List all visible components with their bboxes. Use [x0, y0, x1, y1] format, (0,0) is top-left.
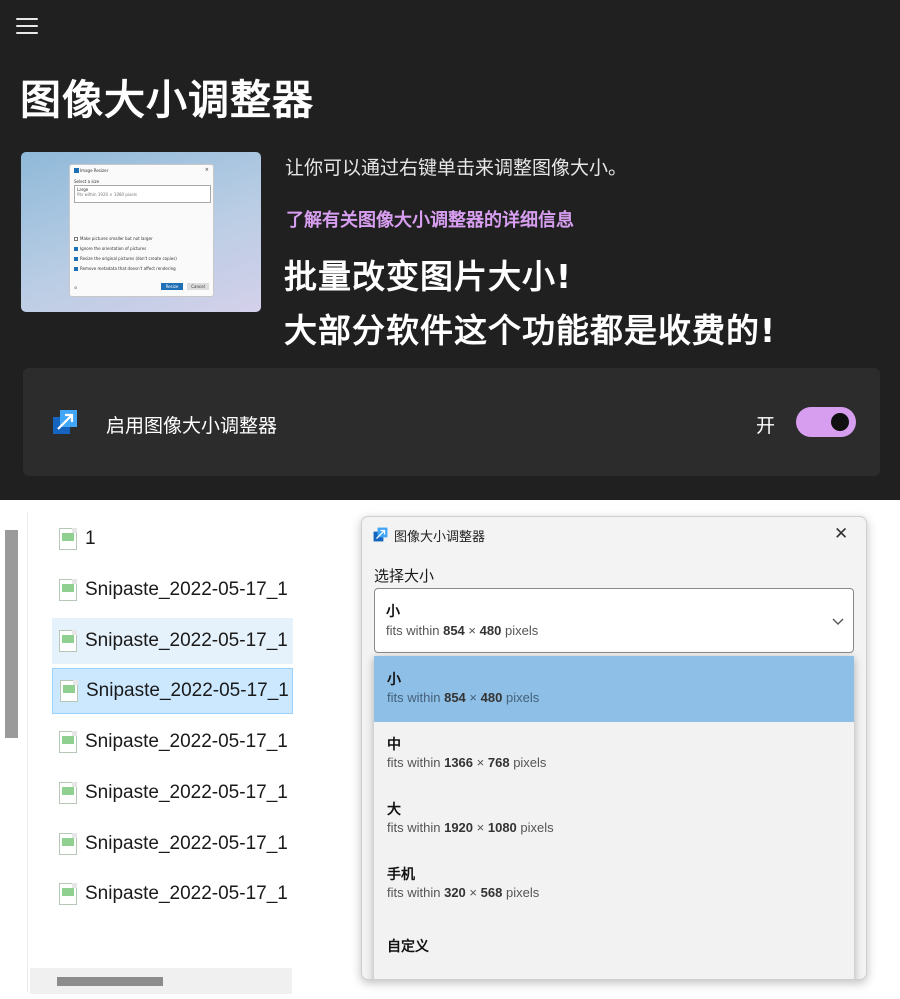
learn-more-link[interactable]: 了解有关图像大小调整器的详细信息 — [286, 206, 574, 232]
file-name: Snipaste_2022-05-17_1 — [86, 680, 289, 701]
preview-size-desc: fits within 1920 × 1080 pixels — [77, 192, 137, 197]
selected-size-desc: fits within 854 × 480 pixels — [386, 623, 539, 638]
vertical-scrollbar[interactable] — [5, 530, 18, 738]
size-option-name: 大 — [387, 802, 401, 818]
file-name: Snipaste_2022-05-17_1 — [85, 833, 288, 854]
image-file-icon — [59, 883, 77, 905]
settings-panel: 图像大小调整器 Image Resizer × Select a size La… — [0, 0, 900, 500]
image-resizer-dialog: 图像大小调整器 ✕ 选择大小 小 fits within 854 × 480 p… — [361, 516, 867, 980]
file-name: Snipaste_2022-05-17_1 — [85, 731, 288, 752]
size-option-phone[interactable]: 手机 fits within 320 × 568 pixels — [374, 851, 854, 917]
image-file-icon — [59, 833, 77, 855]
image-file-icon — [59, 731, 77, 753]
select-size-label: 选择大小 — [374, 567, 435, 585]
checkbox — [74, 256, 78, 261]
size-option-large[interactable]: 大 fits within 1920 × 1080 pixels — [374, 786, 854, 852]
checkbox — [74, 236, 78, 241]
file-explorer: 1 Snipaste_2022-05-17_1 Snipaste_2022-05… — [0, 500, 300, 999]
file-name: Snipaste_2022-05-17_1 — [85, 579, 288, 600]
image-file-icon — [59, 782, 77, 804]
file-item[interactable]: Snipaste_2022-05-17_1 — [52, 719, 293, 765]
size-option-desc: fits within 320 × 568 pixels — [387, 885, 540, 900]
preview-dialog-title: Image Resizer — [80, 168, 109, 173]
file-name: Snipaste_2022-05-17_1 — [85, 630, 288, 651]
size-option-desc: fits within 1920 × 1080 pixels — [387, 820, 554, 835]
preview-option: Remove metadata that doesn't affect rend… — [74, 266, 176, 271]
file-item[interactable]: Snipaste_2022-05-17_1 — [52, 567, 293, 613]
checkbox — [74, 266, 78, 271]
horizontal-scrollbar[interactable] — [57, 977, 163, 986]
preview-size-combo: Large fits within 1920 × 1080 pixels — [74, 185, 211, 203]
close-button[interactable]: ✕ — [834, 524, 848, 544]
image-resizer-icon — [53, 410, 77, 434]
image-resizer-icon — [373, 527, 388, 542]
toggle-knob — [831, 413, 849, 431]
size-option-name: 小 — [387, 672, 401, 688]
enable-setting-card: 启用图像大小调整器 开 — [23, 368, 880, 476]
checkbox — [74, 246, 78, 251]
size-select[interactable]: 小 fits within 854 × 480 pixels — [374, 588, 854, 653]
divider — [27, 512, 28, 992]
file-item[interactable]: Snipaste_2022-05-17_1 — [52, 871, 293, 917]
preview-dialog: Image Resizer × Select a size Large fits… — [69, 164, 214, 297]
description: 让你可以通过右键单击来调整图像大小。 — [285, 157, 628, 179]
file-name: Snipaste_2022-05-17_1 — [85, 883, 288, 904]
file-item[interactable]: Snipaste_2022-05-17_1 — [52, 618, 293, 664]
enable-toggle[interactable] — [796, 407, 856, 437]
file-item[interactable]: Snipaste_2022-05-17_1 — [52, 821, 293, 867]
selected-size-name: 小 — [386, 604, 400, 620]
size-option-desc: fits within 854 × 480 pixels — [387, 690, 540, 705]
size-dropdown-list: 小 fits within 854 × 480 pixels 中 fits wi… — [374, 656, 854, 979]
preview-option: Resize the original pictures (don't crea… — [74, 256, 177, 261]
preview-image: Image Resizer × Select a size Large fits… — [21, 152, 261, 312]
toggle-state-text: 开 — [756, 415, 776, 437]
size-option-desc: fits within 1366 × 768 pixels — [387, 755, 547, 770]
page-title: 图像大小调整器 — [20, 76, 314, 124]
image-file-icon — [59, 528, 77, 550]
file-item[interactable]: Snipaste_2022-05-17_1 — [52, 668, 293, 714]
promo-text: 大部分软件这个功能都是收费的! — [284, 311, 777, 350]
help-icon: ⊙ — [74, 285, 78, 290]
promo-text: 批量改变图片大小! — [284, 257, 573, 296]
size-option-small[interactable]: 小 fits within 854 × 480 pixels — [374, 656, 854, 722]
preview-select-label: Select a size — [74, 179, 100, 184]
menu-icon[interactable] — [16, 18, 38, 36]
preview-cancel-button: Cancel — [187, 283, 209, 290]
size-option-custom[interactable]: 自定义 — [374, 916, 854, 979]
image-file-icon — [60, 680, 78, 702]
size-option-name: 中 — [387, 737, 401, 753]
app-icon — [74, 168, 79, 173]
close-icon: × — [204, 167, 209, 173]
dialog-title: 图像大小调整器 — [394, 530, 486, 545]
file-item[interactable]: Snipaste_2022-05-17_1 — [52, 770, 293, 816]
file-name: Snipaste_2022-05-17_1 — [85, 782, 288, 803]
file-item[interactable]: 1 — [52, 516, 293, 562]
image-file-icon — [59, 630, 77, 652]
preview-option: Make pictures smaller but not larger — [74, 236, 153, 241]
enable-label: 启用图像大小调整器 — [106, 415, 278, 437]
preview-resize-button: Resize — [161, 283, 183, 290]
preview-option: Ignore the orientation of pictures — [74, 246, 146, 251]
chevron-down-icon — [832, 618, 844, 625]
horizontal-scrollbar-track — [30, 968, 292, 994]
size-option-medium[interactable]: 中 fits within 1366 × 768 pixels — [374, 721, 854, 787]
image-file-icon — [59, 579, 77, 601]
file-name: 1 — [85, 528, 96, 549]
size-option-name: 手机 — [387, 867, 415, 883]
size-option-name: 自定义 — [387, 939, 429, 955]
